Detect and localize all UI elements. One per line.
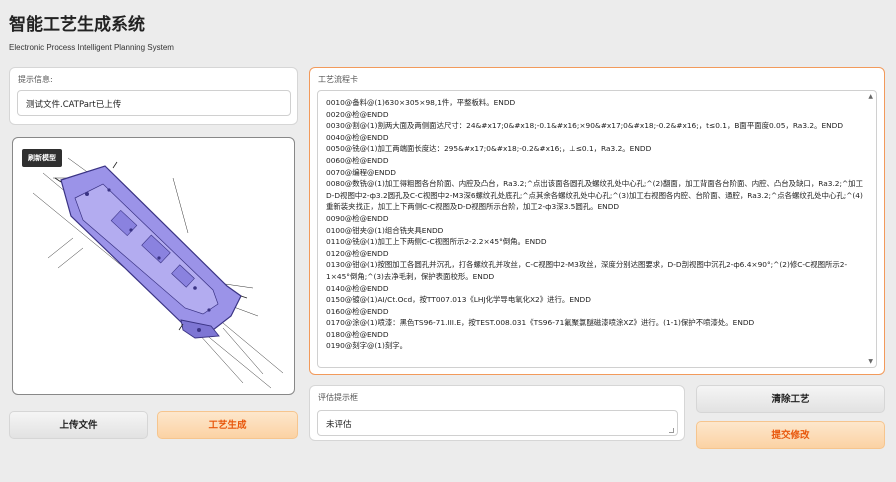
hint-textbox[interactable]: 测试文件.CATPart已上传 bbox=[17, 90, 291, 116]
process-line: 0180@检@ENDD bbox=[326, 329, 389, 339]
refresh-model-button[interactable]: 刷新模型 bbox=[22, 149, 62, 167]
process-line: 0020@检@ENDD bbox=[326, 109, 389, 119]
process-line: 0090@检@ENDD bbox=[326, 213, 389, 223]
evaluation-textarea[interactable]: 未评估 bbox=[317, 410, 678, 436]
process-line: 0080@数铣@(1)加工得粗图各台阶面、内腔及凸台，Ra3.2;^点出该面各圆… bbox=[326, 179, 863, 212]
process-line: 0110@铣@(1)加工上下两侧C-C视图所示2-2.2×45°倒角。ENDD bbox=[326, 237, 547, 247]
process-line: 0060@检@ENDD bbox=[326, 155, 389, 165]
evaluation-label: 评估提示框 bbox=[318, 393, 358, 402]
app-title: 智能工艺生成系统 bbox=[9, 15, 145, 35]
process-line: 0010@备料@(1)630×305×98,1件，平整板料。ENDD bbox=[326, 98, 516, 107]
process-line: 0120@检@ENDD bbox=[326, 248, 389, 258]
process-line: 0030@割@(1)割两大面及两侧面达尺寸：24&#x17;0&#x18;-0.… bbox=[326, 121, 844, 131]
process-line: 0170@涂@(1)喷漆：黑色TS96-71.III.E，按TEST.008.0… bbox=[326, 318, 755, 328]
process-line: 0140@检@ENDD bbox=[326, 283, 389, 293]
app-subtitle: Electronic Process Intelligent Planning … bbox=[9, 43, 174, 52]
scroll-down-icon[interactable]: ▼ bbox=[868, 358, 873, 365]
cad-model-render[interactable] bbox=[13, 138, 295, 395]
submit-changes-button[interactable]: 提交修改 bbox=[696, 421, 885, 449]
model-viewer[interactable]: 刷新模型 bbox=[12, 137, 295, 395]
process-card-label: 工艺流程卡 bbox=[318, 75, 358, 84]
upload-file-button[interactable]: 上传文件 bbox=[9, 411, 148, 439]
hint-panel: 提示信息: 测试文件.CATPart已上传 bbox=[9, 67, 298, 125]
process-line: 0050@铣@(1)加工两端面长度达：295&#x17;0&#x18;-0.2&… bbox=[326, 144, 652, 154]
process-card-panel: 工艺流程卡 0010@备料@(1)630×305×98,1件，平整板料。ENDD… bbox=[309, 67, 885, 375]
evaluation-value: 未评估 bbox=[326, 420, 352, 430]
process-line: 0190@刻字@(1)刻字。 bbox=[326, 341, 408, 351]
process-line: 0070@编程@ENDD bbox=[326, 167, 396, 177]
clear-process-button[interactable]: 清除工艺 bbox=[696, 385, 885, 413]
process-card-textarea[interactable]: 0010@备料@(1)630×305×98,1件，平整板料。ENDD 0020@检… bbox=[317, 90, 877, 368]
process-line: 0160@检@ENDD bbox=[326, 306, 389, 316]
process-card-lines: 0010@备料@(1)630×305×98,1件，平整板料。ENDD 0020@检… bbox=[326, 97, 866, 352]
scroll-up-icon[interactable]: ▲ bbox=[868, 93, 873, 100]
part-body bbox=[60, 165, 242, 339]
evaluation-panel: 评估提示框 未评估 bbox=[309, 385, 685, 441]
process-line: 0100@钳夹@(1)组合铣夹具ENDD bbox=[326, 225, 444, 235]
process-line: 0150@镀@(1)AI/Ct.Ocd，按TT007.013《LHJ化学导电氧化… bbox=[326, 295, 591, 305]
hint-label: 提示信息: bbox=[18, 75, 53, 84]
process-line: 0130@钳@(1)按图加工各圆孔并沉孔，打各螺纹孔并攻丝，C-C视图中2-M3… bbox=[326, 260, 848, 281]
resize-grip-icon[interactable] bbox=[669, 428, 674, 433]
generate-process-button[interactable]: 工艺生成 bbox=[157, 411, 298, 439]
process-line: 0040@检@ENDD bbox=[326, 132, 389, 142]
